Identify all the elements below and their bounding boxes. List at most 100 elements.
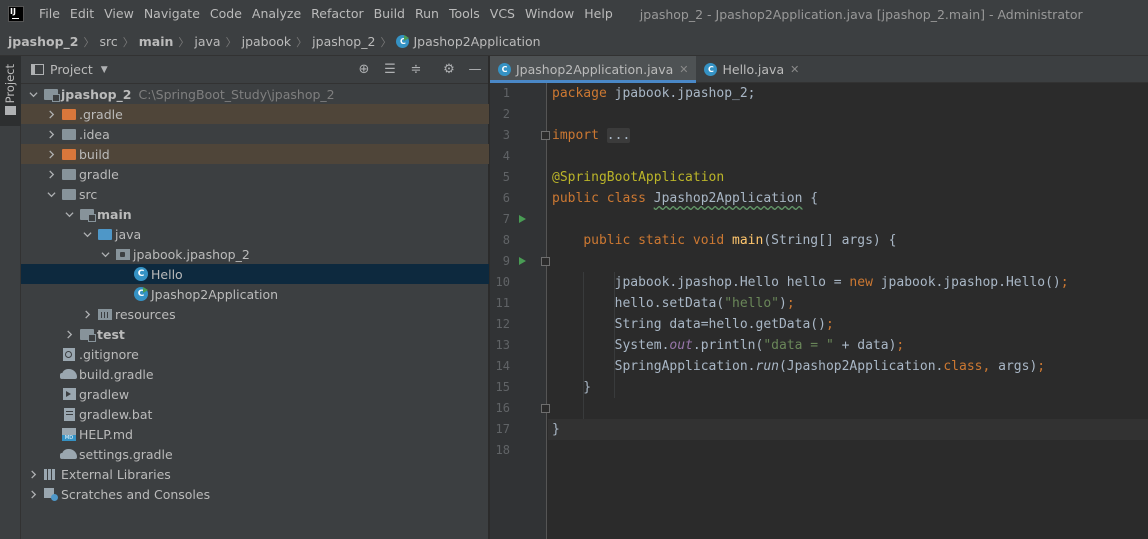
menu-build[interactable]: Build [369, 0, 410, 28]
project-view-selector[interactable]: Project [50, 62, 93, 77]
breadcrumb-item[interactable]: jpabook [242, 34, 292, 49]
code-line[interactable]: hello.setData("hello"); [552, 293, 795, 314]
tree-node[interactable]: src [21, 184, 489, 204]
tree-node[interactable]: main [21, 204, 489, 224]
tree-node[interactable]: gradlew [21, 384, 489, 404]
chevron-right-icon[interactable] [45, 104, 57, 124]
tree-node[interactable]: .gradle [21, 104, 489, 124]
menu-refactor[interactable]: Refactor [306, 0, 368, 28]
breadcrumb-item[interactable]: jpashop_2 [312, 34, 375, 49]
chevron-right-icon[interactable] [27, 484, 39, 504]
breadcrumb-item[interactable]: C Jpashop2Application [396, 34, 541, 49]
run-icon[interactable] [519, 215, 526, 223]
tree-node-label: HELP.md [79, 426, 133, 442]
editor-tab-label: Hello.java [722, 62, 785, 77]
tree-node[interactable]: C Hello [21, 264, 489, 284]
folder-icon [62, 188, 76, 200]
tree-node[interactable]: jpashop_2 C:\SpringBoot_Study\jpashop_2 [21, 84, 489, 104]
scratches-icon [44, 487, 58, 501]
tree-node[interactable]: Scratches and Consoles [21, 484, 489, 504]
menu-run[interactable]: Run [410, 0, 444, 28]
code-token: ; [825, 317, 834, 332]
code-line[interactable]: System.out.println("data = " + data); [552, 335, 905, 356]
menu-tools[interactable]: Tools [444, 0, 485, 28]
chevron-down-icon[interactable]: ▼ [101, 65, 108, 75]
breadcrumb-item[interactable]: main [139, 34, 174, 49]
close-icon[interactable]: ✕ [790, 63, 799, 76]
menu-help[interactable]: Help [579, 0, 618, 28]
code-token: package [552, 86, 615, 101]
breadcrumb-label: jpashop_2 [8, 34, 79, 49]
code-line[interactable]: public static void main(String[] args) { [552, 230, 896, 251]
chevron-down-icon[interactable] [81, 224, 93, 244]
breadcrumb-separator-icon: 〉 [380, 35, 392, 49]
tree-node[interactable]: .gitignore [21, 344, 489, 364]
editor-tab[interactable]: C Jpashop2Application.java ✕ [490, 56, 697, 83]
breadcrumb-item[interactable]: src [100, 34, 118, 49]
gear-icon[interactable]: ⚙ [441, 62, 457, 78]
tree-node[interactable]: HELP.md [21, 424, 489, 444]
class-icon: C [134, 267, 148, 281]
expand-all-icon[interactable]: ☰ [382, 62, 398, 78]
module-folder-icon [80, 208, 96, 222]
intellij-logo-icon[interactable]: IJ [8, 6, 24, 22]
code-area[interactable]: package jpabook.jpashop_2;import ... @Spr… [548, 83, 1148, 539]
code-line[interactable]: } [552, 377, 591, 398]
menu-vcs[interactable]: VCS [485, 0, 520, 28]
chevron-right-icon[interactable] [27, 464, 39, 484]
editor-tab[interactable]: C Hello.java ✕ [696, 56, 807, 83]
tree-node-icon: C [133, 266, 149, 282]
chevron-right-icon[interactable] [45, 164, 57, 184]
code-line[interactable]: import ... [552, 125, 631, 146]
code-line[interactable]: String data=hello.getData(); [552, 314, 834, 335]
tree-node[interactable]: build.gradle [21, 364, 489, 384]
tree-node[interactable]: External Libraries [21, 464, 489, 484]
close-icon[interactable]: ✕ [679, 63, 688, 76]
tree-node-label: java [115, 226, 142, 242]
chevron-down-icon[interactable] [45, 184, 57, 204]
tree-node[interactable]: gradlew.bat [21, 404, 489, 424]
tree-node-label: build [79, 146, 110, 162]
tree-node[interactable]: jpabook.jpashop_2 [21, 244, 489, 264]
menu-edit[interactable]: Edit [65, 0, 99, 28]
tree-node[interactable]: resources [21, 304, 489, 324]
code-line[interactable]: package jpabook.jpashop_2; [552, 83, 756, 104]
tree-node-label: gradlew [79, 386, 130, 402]
chevron-right-icon[interactable] [63, 324, 75, 344]
breadcrumb-item[interactable]: jpashop_2 [8, 34, 79, 49]
tree-node[interactable]: build [21, 144, 489, 164]
menu-window[interactable]: Window [520, 0, 579, 28]
project-tool-window-tab[interactable]: Project [0, 56, 21, 126]
menu-code[interactable]: Code [205, 0, 247, 28]
code-token: } [552, 422, 560, 437]
run-icon[interactable] [519, 257, 526, 265]
menu-view[interactable]: View [99, 0, 139, 28]
code-line[interactable]: jpabook.jpashop.Hello hello = new jpaboo… [552, 272, 1069, 293]
chevron-down-icon[interactable] [27, 84, 39, 104]
menu-navigate[interactable]: Navigate [139, 0, 205, 28]
tree-node[interactable]: java [21, 224, 489, 244]
chevron-down-icon[interactable] [63, 204, 75, 224]
chevron-right-icon[interactable] [45, 124, 57, 144]
minimize-icon[interactable]: — [467, 62, 483, 78]
locate-target-icon[interactable]: ⊕ [356, 62, 372, 78]
tree-node[interactable]: C Jpashop2Application [21, 284, 489, 304]
menu-analyze[interactable]: Analyze [247, 0, 306, 28]
menu-file[interactable]: File [34, 0, 65, 28]
collapse-all-icon[interactable]: ≑ [408, 62, 424, 78]
chevron-down-icon[interactable] [99, 244, 111, 264]
tree-node[interactable]: test [21, 324, 489, 344]
chevron-right-icon[interactable] [45, 144, 57, 164]
chevron-right-icon[interactable] [81, 304, 93, 324]
code-line[interactable]: @SpringBootApplication [552, 167, 724, 188]
code-line[interactable]: SpringApplication.run(Jpashop2Applicatio… [552, 356, 1046, 377]
breadcrumb-item[interactable]: java [194, 34, 220, 49]
tree-node[interactable]: gradle [21, 164, 489, 184]
code-line[interactable]: public class Jpashop2Application { [552, 188, 818, 209]
tree-node[interactable]: settings.gradle [21, 444, 489, 464]
code-token: Jpashop2Application [653, 191, 803, 206]
code-line[interactable]: } [552, 419, 560, 440]
tree-node[interactable]: .idea [21, 124, 489, 144]
